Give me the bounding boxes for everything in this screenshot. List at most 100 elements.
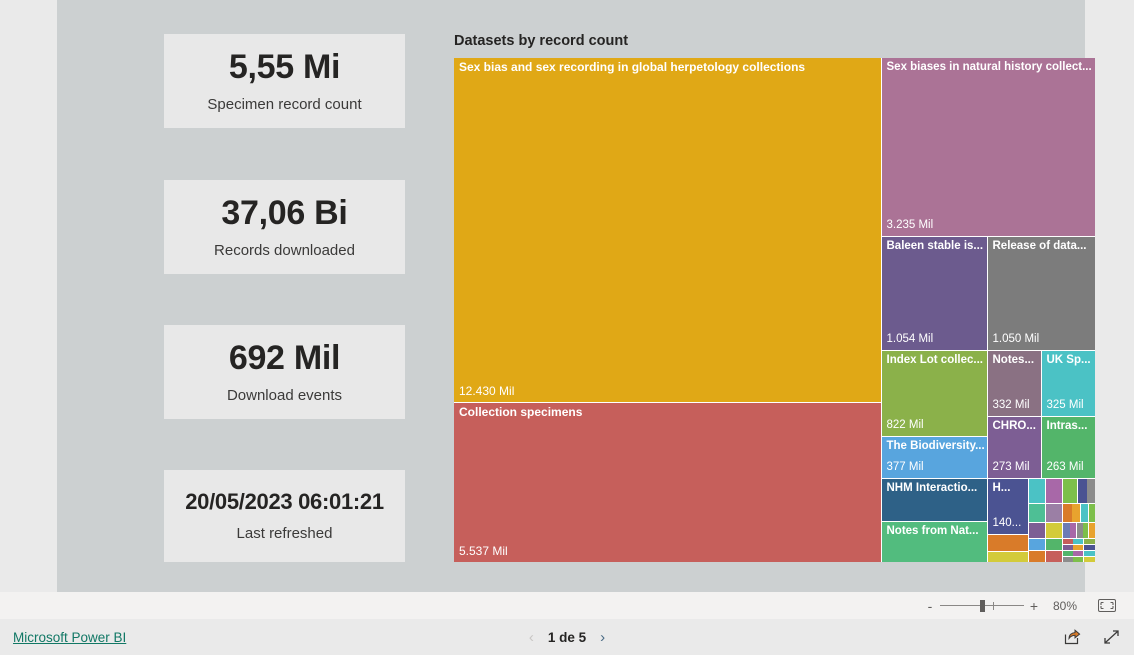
treemap-tile[interactable]	[1045, 550, 1062, 562]
report-canvas: 5,55 Mi Specimen record count 37,06 Bi R…	[57, 0, 1095, 592]
treemap-tile[interactable]	[1077, 478, 1087, 503]
treemap-tile-label: The Biodiversity...	[886, 439, 985, 452]
treemap-tile-value: 822 Mil	[886, 419, 924, 432]
treemap-tile-label: Sex biases in natural history collect...	[886, 60, 1092, 73]
share-icon[interactable]	[1064, 629, 1081, 645]
status-bar: Microsoft Power BI ‹ 1 de 5 ›	[0, 619, 1134, 655]
treemap-tile[interactable]: NHM Interactio...	[881, 478, 987, 521]
treemap-tile[interactable]: UK Sp... 325 Mil	[1041, 350, 1095, 416]
treemap-tile-label: H...	[992, 481, 1011, 494]
treemap-tile[interactable]	[1084, 556, 1095, 562]
treemap-tile[interactable]: Collection specimens 5.537 Mil	[454, 402, 881, 562]
treemap-tile-label: Sex bias and sex recording in global her…	[459, 59, 806, 74]
treemap-visual: Datasets by record count Sex bias and se…	[454, 34, 1095, 562]
treemap-tile[interactable]	[1045, 503, 1062, 522]
treemap-tile[interactable]: Sex bias and sex recording in global her…	[454, 57, 881, 402]
kpi-value: 5,55 Mi	[228, 48, 341, 86]
treemap-tile[interactable]	[1083, 522, 1088, 538]
kpi-label: Specimen record count	[207, 96, 362, 113]
treemap-tile[interactable]: Baleen stable is... 1.054 Mil	[881, 236, 987, 350]
treemap-tile[interactable]	[1028, 503, 1045, 522]
treemap-tile[interactable]	[1045, 478, 1062, 503]
treemap-tile[interactable]	[987, 551, 1028, 562]
treemap-tile-value: 325 Mil	[1046, 399, 1084, 412]
fit-to-page-icon[interactable]	[1094, 597, 1120, 615]
treemap-tile[interactable]	[1062, 478, 1077, 503]
treemap-tile-value: 263 Mil	[1046, 461, 1084, 474]
treemap-tile[interactable]	[1062, 522, 1070, 538]
treemap-tile[interactable]	[1062, 544, 1073, 550]
zoom-in-button[interactable]: +	[1026, 598, 1042, 614]
treemap-tile[interactable]	[1028, 478, 1045, 503]
treemap-tile[interactable]	[987, 534, 1028, 551]
treemap-title: Datasets by record count	[454, 33, 629, 49]
treemap-tile[interactable]	[1072, 503, 1080, 522]
treemap-tile[interactable]: Release of data... 1.050 Mil	[987, 236, 1095, 350]
treemap-tile[interactable]	[1073, 550, 1083, 556]
treemap-tile[interactable]: Notes... 332 Mil	[987, 350, 1041, 416]
treemap-tile[interactable]	[1084, 550, 1095, 556]
kpi-card-download-events[interactable]: 692 Mil Download events	[164, 325, 405, 419]
treemap-tile[interactable]	[1084, 538, 1095, 544]
treemap-tile[interactable]	[1045, 538, 1062, 550]
treemap-tile[interactable]	[1084, 544, 1095, 550]
treemap-tile-label: Collection specimens	[459, 404, 583, 419]
treemap-tile[interactable]	[1062, 503, 1072, 522]
treemap-tile-label: UK Sp...	[1046, 353, 1091, 366]
kpi-value: 692 Mil	[228, 339, 341, 377]
treemap-tile[interactable]: CHRO... 273 Mil	[987, 416, 1041, 478]
kpi-card-specimen-record-count[interactable]: 5,55 Mi Specimen record count	[164, 34, 405, 128]
treemap-tile[interactable]	[1088, 522, 1095, 538]
zoom-slider-thumb[interactable]	[980, 599, 985, 612]
treemap-tile-value: 5.537 Mil	[459, 543, 508, 558]
treemap-tile[interactable]	[1073, 556, 1083, 562]
treemap-tile[interactable]	[1062, 556, 1073, 562]
treemap-tile[interactable]: H... 140...	[987, 478, 1028, 534]
page-indicator-label: 1 de 5	[547, 629, 587, 645]
zoom-slider-notch	[993, 601, 994, 610]
treemap-tile[interactable]: Index Lot collec... 822 Mil	[881, 350, 987, 436]
kpi-card-records-downloaded[interactable]: 37,06 Bi Records downloaded	[164, 180, 405, 274]
treemap-tile[interactable]	[1070, 522, 1076, 538]
next-page-button[interactable]: ›	[600, 630, 605, 645]
treemap-tile-label: Intras...	[1046, 419, 1088, 432]
treemap-tile[interactable]: Intras... 263 Mil	[1041, 416, 1095, 478]
kpi-card-last-refreshed[interactable]: 20/05/2023 06:01:21 Last refreshed	[164, 470, 405, 562]
treemap-tile[interactable]: Notes from Nat...	[881, 521, 987, 562]
treemap-tile[interactable]	[1073, 544, 1083, 550]
treemap-tile[interactable]	[1028, 522, 1045, 538]
treemap-tile[interactable]	[1062, 550, 1073, 556]
treemap-tile[interactable]	[1088, 503, 1095, 522]
treemap-tile-label: Index Lot collec...	[886, 353, 984, 366]
treemap-tile-value: 273 Mil	[992, 461, 1030, 474]
zoom-slider[interactable]	[940, 599, 1024, 613]
treemap-tile[interactable]	[1087, 478, 1095, 503]
canvas-outer-area: 5,55 Mi Specimen record count 37,06 Bi R…	[0, 0, 1134, 592]
treemap-tile-value: 332 Mil	[992, 399, 1030, 412]
zoom-out-button[interactable]: -	[922, 598, 938, 614]
previous-page-button[interactable]: ‹	[529, 630, 534, 645]
treemap-tile-value: 1.050 Mil	[992, 333, 1040, 346]
treemap-tile[interactable]: The Biodiversity... 377 Mil	[881, 436, 987, 478]
treemap-tile[interactable]	[1062, 538, 1073, 544]
treemap-tile[interactable]	[1045, 522, 1062, 538]
treemap-tile-value: 377 Mil	[886, 461, 924, 474]
treemap-tile-value: 1.054 Mil	[886, 333, 934, 346]
treemap-tile[interactable]	[1028, 550, 1045, 562]
treemap-tile[interactable]	[1081, 503, 1088, 522]
zoom-level-label: 80%	[1052, 598, 1078, 613]
treemap-tile[interactable]	[1076, 522, 1083, 538]
treemap-tile-value: 140...	[992, 517, 1022, 530]
kpi-label: Records downloaded	[214, 242, 355, 259]
page-navigation: ‹ 1 de 5 ›	[0, 630, 1134, 645]
treemap-tile-label: CHRO...	[992, 419, 1036, 432]
treemap-tile-label: NHM Interactio...	[886, 481, 978, 494]
treemap-tile[interactable]	[1073, 538, 1083, 544]
kpi-label: Download events	[226, 387, 343, 404]
fullscreen-icon[interactable]	[1103, 629, 1120, 645]
treemap-tile[interactable]	[1028, 538, 1045, 550]
kpi-label: Last refreshed	[236, 525, 333, 542]
treemap-tile-label: Notes from Nat...	[886, 524, 979, 537]
status-bar-actions	[1064, 629, 1120, 645]
treemap-tile[interactable]: Sex biases in natural history collect...…	[881, 57, 1095, 236]
